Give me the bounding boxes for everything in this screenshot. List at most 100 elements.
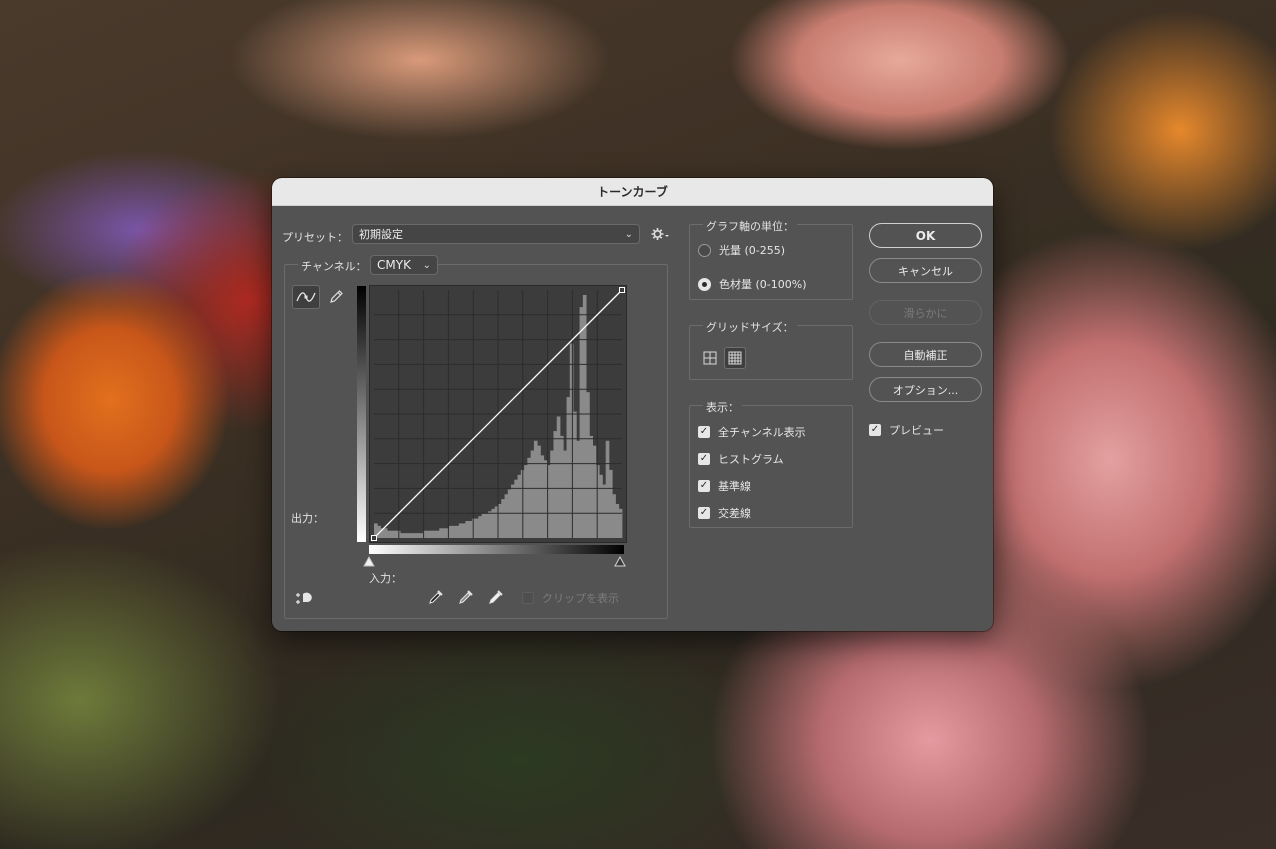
channel-select[interactable]: CMYK ⌄ bbox=[370, 255, 438, 275]
radio-light-0-255[interactable]: 光量 (0-255) bbox=[698, 242, 785, 258]
histogram-bar bbox=[540, 455, 545, 538]
histogram-bar bbox=[465, 520, 470, 538]
output-label: 出力： bbox=[291, 512, 324, 525]
display-title: 表示： bbox=[703, 399, 742, 415]
coarse-grid-icon bbox=[703, 351, 717, 365]
black-point-eyedropper-icon bbox=[429, 590, 443, 604]
radio-label: 光量 (0-255) bbox=[719, 244, 786, 257]
histogram-bar bbox=[517, 474, 522, 538]
histogram-bar bbox=[605, 440, 610, 538]
histogram-checkbox[interactable]: ✓ ヒストグラム bbox=[698, 451, 784, 467]
histogram-bar bbox=[533, 440, 538, 538]
histogram-bar bbox=[416, 533, 421, 538]
cancel-button[interactable]: キャンセル bbox=[869, 258, 982, 283]
histogram-bar bbox=[504, 494, 509, 538]
histogram-bar bbox=[426, 530, 430, 538]
checkmark-icon: ✓ bbox=[698, 507, 710, 519]
preset-select[interactable]: 初期設定 ⌄ bbox=[352, 224, 640, 244]
preset-options-gear-button[interactable] bbox=[651, 226, 671, 242]
show-clipping-label: クリップを表示 bbox=[542, 592, 619, 605]
histogram-bar bbox=[442, 528, 447, 538]
histogram-bar bbox=[458, 523, 463, 538]
baseline-checkbox[interactable]: ✓ 基準線 bbox=[698, 478, 751, 494]
fine-grid-button[interactable] bbox=[724, 347, 746, 369]
histogram-bar bbox=[553, 431, 558, 538]
histogram-bar bbox=[400, 533, 404, 538]
checkmark-icon: ✓ bbox=[698, 453, 710, 465]
curve-control-point[interactable] bbox=[371, 535, 377, 541]
black-point-slider[interactable] bbox=[363, 556, 375, 568]
histogram-bar bbox=[429, 530, 434, 538]
histogram-bar bbox=[595, 465, 600, 538]
histogram-bar bbox=[498, 503, 502, 538]
pencil-tool-button[interactable] bbox=[322, 285, 350, 309]
checkbox-label: 全チャンネル表示 bbox=[718, 426, 806, 439]
gray-point-eyedropper-button[interactable] bbox=[457, 588, 479, 608]
black-point-eyedropper-button[interactable] bbox=[427, 588, 449, 608]
show-all-channels-checkbox[interactable]: ✓ 全チャンネル表示 bbox=[698, 424, 806, 440]
histogram-bar bbox=[589, 435, 594, 538]
ok-button[interactable]: OK bbox=[869, 223, 982, 248]
checkmark-icon: ✓ bbox=[698, 426, 710, 438]
histogram-bar bbox=[445, 528, 450, 538]
histogram-bar bbox=[475, 518, 479, 538]
white-point-slider[interactable] bbox=[614, 556, 626, 568]
show-clipping-check-box bbox=[522, 592, 534, 604]
radio-circle bbox=[698, 243, 711, 257]
preview-checkbox[interactable]: ✓ プレビュー bbox=[869, 422, 944, 438]
input-gradient-bar bbox=[369, 545, 624, 554]
histogram-bar bbox=[484, 513, 489, 538]
title-bar[interactable]: トーンカーブ bbox=[272, 178, 993, 206]
histogram-bar bbox=[468, 520, 473, 538]
intersection-line-checkbox[interactable]: ✓ 交差線 bbox=[698, 505, 751, 521]
histogram-bar bbox=[387, 530, 391, 538]
smooth-button[interactable]: 滑らかに bbox=[869, 300, 982, 325]
histogram-bar bbox=[511, 484, 515, 538]
histogram-bar bbox=[393, 530, 398, 538]
show-clipping-checkbox[interactable]: クリップを表示 bbox=[522, 590, 619, 606]
auto-button[interactable]: 自動補正 bbox=[869, 342, 982, 367]
preset-label: プリセット： bbox=[282, 231, 348, 244]
curve-point-tool-button[interactable] bbox=[292, 285, 320, 309]
radio-pigment-0-100[interactable]: 色材量 (0-100%) bbox=[698, 276, 807, 292]
histogram-bar bbox=[592, 445, 597, 538]
histogram-bar bbox=[543, 460, 548, 538]
histogram-bar bbox=[413, 533, 417, 538]
histogram-bar bbox=[390, 530, 394, 538]
histogram-bar bbox=[432, 530, 437, 538]
histogram-bar bbox=[573, 411, 577, 538]
chevron-down-icon: ⌄ bbox=[422, 259, 431, 271]
curve-graph[interactable] bbox=[369, 285, 627, 543]
checkbox-label: ヒストグラム bbox=[718, 453, 784, 466]
gray-point-eyedropper-icon bbox=[459, 590, 473, 604]
curve-control-point[interactable] bbox=[619, 287, 625, 293]
histogram-bar bbox=[576, 440, 580, 538]
histogram-bar bbox=[582, 294, 587, 538]
histogram-bar bbox=[471, 518, 476, 538]
options-button[interactable]: オプション... bbox=[869, 377, 982, 402]
histogram-bar bbox=[452, 525, 456, 538]
white-point-eyedropper-button[interactable] bbox=[487, 588, 509, 608]
chevron-down-icon: ⌄ bbox=[624, 228, 633, 240]
coarse-grid-button[interactable] bbox=[699, 347, 721, 369]
input-label: 入力： bbox=[369, 572, 402, 585]
grid-size-title: グリッドサイズ： bbox=[703, 319, 797, 335]
histogram-bar bbox=[501, 499, 505, 538]
histogram-bar bbox=[462, 523, 466, 538]
histogram-bar bbox=[566, 397, 571, 538]
on-image-adjust-button[interactable] bbox=[294, 589, 318, 609]
histogram-bar bbox=[602, 484, 607, 538]
histogram-bar bbox=[524, 465, 528, 538]
radio-label: 色材量 (0-100%) bbox=[719, 278, 807, 291]
histogram-bar bbox=[615, 503, 620, 538]
histogram-bar bbox=[527, 457, 532, 538]
histogram-bar bbox=[449, 525, 453, 538]
histogram-bar bbox=[409, 533, 414, 538]
histogram-bar bbox=[481, 513, 486, 538]
histogram-bar bbox=[608, 469, 613, 538]
channel-value: CMYK bbox=[377, 258, 411, 272]
histogram-bar bbox=[488, 511, 492, 538]
histogram-bar bbox=[406, 533, 411, 538]
histogram-bar bbox=[556, 416, 561, 538]
tone-curve-dialog: トーンカーブ プリセット： 初期設定 ⌄ チャンネル： CMYK ⌄ 出力： 入… bbox=[272, 178, 993, 631]
